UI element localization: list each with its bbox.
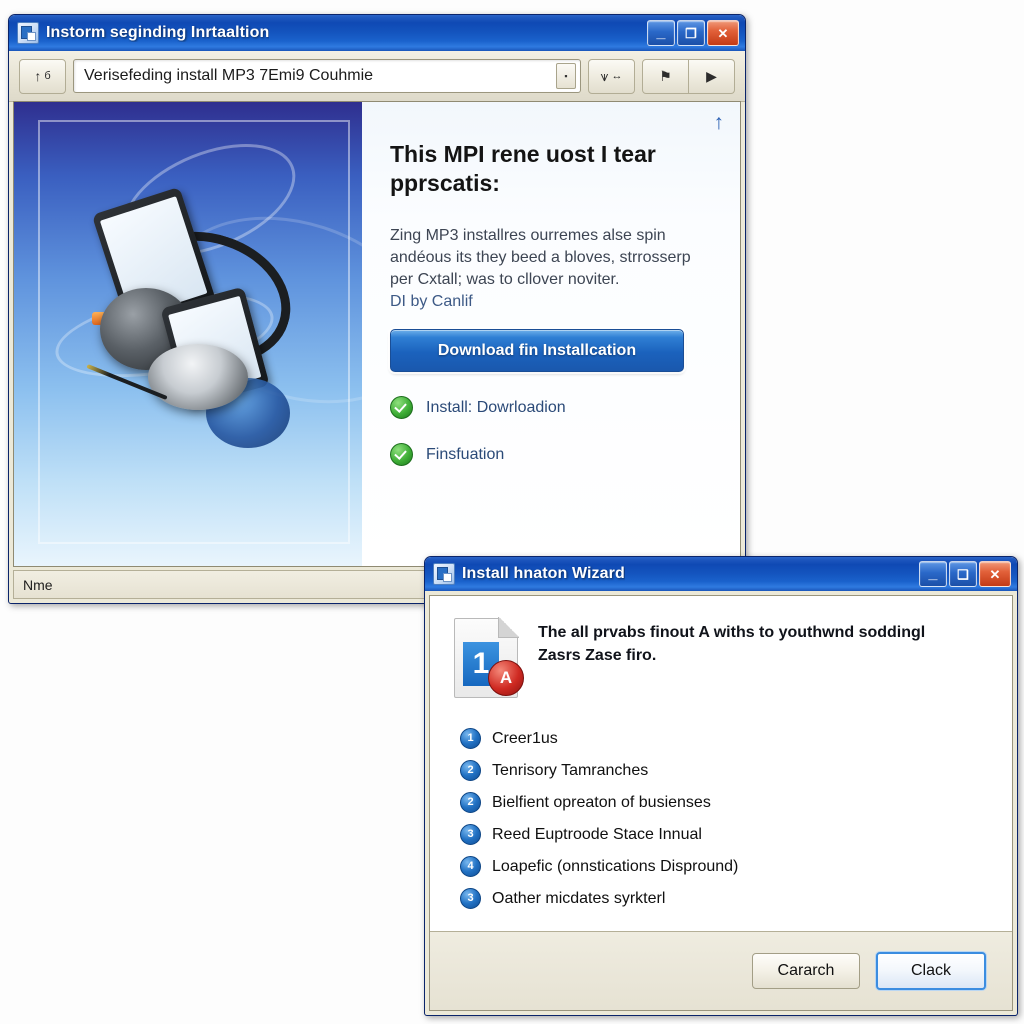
dialog-main-content: 1 A The all prvabs finout A withs to you… — [430, 596, 1012, 931]
stop-flag-icon: ⚑ — [659, 67, 672, 84]
minimize-icon: _ — [928, 565, 938, 582]
list-item-label: Reed Euptroode Stace Innual — [492, 825, 702, 843]
page-title: This MPI rene uost I tear pprscatis: — [390, 141, 656, 197]
product-banner-image — [14, 102, 362, 566]
list-item-label: Creer1us — [492, 729, 558, 747]
document-fold-icon — [498, 617, 519, 638]
step-number-badge: 3 — [460, 824, 481, 845]
playback-button-group[interactable]: ⚑ ▶ — [642, 58, 735, 94]
restore-icon: ❑ — [957, 566, 969, 582]
list-item: 2 Bielfient opreaton of busienses — [460, 792, 988, 813]
dialog-titlebar[interactable]: Install hnaton Wizard _ ❑ ✕ — [425, 557, 1017, 591]
address-bar[interactable]: Verisefeding install MP3 7Emi9 Couhmie ▪ — [73, 59, 581, 93]
list-item: 4 Loapefic (onnstications Dispround) — [460, 856, 988, 877]
dialog-step-list: 1 Creer1us 2 Tenrisory Tamranches 2 Biel… — [460, 728, 988, 909]
restore-icon: ❐ — [685, 25, 697, 41]
list-item: 2 Tenrisory Tamranches — [460, 760, 988, 781]
up-arrow-icon: ↑ — [34, 68, 42, 84]
check-circle-icon — [390, 396, 413, 420]
step-number-badge: 2 — [460, 760, 481, 781]
cancel-button[interactable]: Cararch — [752, 953, 860, 989]
confirm-button[interactable]: Clack — [876, 952, 986, 990]
list-item: 3 Reed Euptroode Stace Innual — [460, 824, 988, 845]
step-number-badge: 1 — [460, 728, 481, 749]
address-dropdown-button[interactable]: ▪ — [556, 63, 576, 89]
stop-button[interactable]: ⚑ — [642, 58, 689, 94]
list-item: 1 Creer1us — [460, 728, 988, 749]
dialog-message: The all prvabs finout A withs to youthwn… — [538, 624, 926, 664]
app-window-icon — [433, 563, 455, 585]
address-input[interactable]: Verisefeding install MP3 7Emi9 Couhmie — [84, 67, 552, 85]
step-number-badge: 4 — [460, 856, 481, 877]
page-subnote: DI by Canlif — [390, 293, 473, 311]
step-number-badge: 2 — [460, 792, 481, 813]
play-icon: ▶ — [706, 67, 717, 84]
main-installer-window[interactable]: Instorm seginding Inrtaaltion _ ❐ ✕ ↑ б … — [8, 14, 746, 604]
installer-info-pane: ↑ This MPI rene uost I tear pprscatis: Z… — [362, 102, 740, 566]
chevron-down-icon: ▪ — [564, 71, 568, 81]
document-alert-icon: 1 A — [454, 617, 524, 698]
list-item-label: Tenrisory Tamranches — [492, 761, 649, 779]
app-window-icon — [17, 22, 39, 44]
checklist-item-label: Install: Dowrloadion — [426, 398, 566, 416]
close-button[interactable]: ✕ — [707, 20, 739, 46]
dialog-body: 1 A The all prvabs finout A withs to you… — [429, 595, 1013, 1011]
minimize-button[interactable]: _ — [647, 20, 675, 46]
desktop-background: Instorm seginding Inrtaaltion _ ❐ ✕ ↑ б … — [0, 0, 1024, 1024]
list-item-label: Loapefic (onnstications Dispround) — [492, 857, 739, 875]
dialog-title: Install hnaton Wizard — [462, 565, 625, 582]
dialog-close-button[interactable]: ✕ — [979, 561, 1011, 587]
list-item-label: Oather micdates syrkterl — [492, 889, 666, 907]
checklist-item-label: Finsfuation — [426, 445, 505, 463]
main-content-area: ↑ This MPI rene uost I tear pprscatis: Z… — [13, 101, 741, 567]
list-item-label: Bielfient opreaton of busienses — [492, 793, 711, 811]
scroll-up-icon[interactable]: ↑ — [714, 112, 725, 133]
dialog-minimize-button[interactable]: _ — [919, 561, 947, 587]
page-description: Zing MP3 installres ourremes alse spin a… — [390, 226, 691, 289]
media-device-illustration — [86, 186, 308, 448]
download-install-button[interactable]: Download fin Installcation — [390, 329, 684, 373]
print-icon: ⩛ — [600, 67, 609, 84]
status-bar-text: Nme — [23, 576, 53, 593]
step-number-badge: 3 — [460, 888, 481, 909]
main-window-controls[interactable]: _ ❐ ✕ — [647, 20, 741, 46]
checklist-item: Finsfuation — [390, 443, 712, 467]
resize-arrows-icon: ↔ — [611, 70, 623, 82]
headphone-earcup-icon — [148, 344, 248, 410]
up-button-extra-glyph: б — [44, 70, 51, 82]
dialog-footer: Cararch Clack — [430, 931, 1012, 1010]
main-toolbar[interactable]: ↑ б Verisefeding install MP3 7Emi9 Couhm… — [9, 51, 745, 102]
dialog-restore-button[interactable]: ❑ — [949, 561, 977, 587]
close-icon: ✕ — [717, 25, 729, 41]
dialog-header-row: 1 A The all prvabs finout A withs to you… — [454, 617, 988, 698]
alert-badge-icon: A — [488, 660, 524, 696]
close-icon: ✕ — [989, 566, 1001, 582]
restore-button[interactable]: ❐ — [677, 20, 705, 46]
main-window-title: Instorm seginding Inrtaaltion — [46, 24, 270, 41]
up-level-button[interactable]: ↑ б — [19, 58, 66, 94]
main-window-titlebar[interactable]: Instorm seginding Inrtaaltion _ ❐ ✕ — [9, 15, 745, 51]
install-wizard-dialog[interactable]: Install hnaton Wizard _ ❑ ✕ 1 A The all … — [424, 556, 1018, 1016]
print-font-button[interactable]: ⩛ ↔ — [588, 58, 635, 94]
list-item: 3 Oather micdates syrkterl — [460, 888, 988, 909]
minimize-icon: _ — [656, 24, 666, 41]
check-circle-icon — [390, 443, 413, 467]
dialog-window-controls[interactable]: _ ❑ ✕ — [919, 561, 1013, 587]
checklist-item: Install: Dowrloadion — [390, 396, 712, 420]
play-button[interactable]: ▶ — [689, 58, 735, 94]
